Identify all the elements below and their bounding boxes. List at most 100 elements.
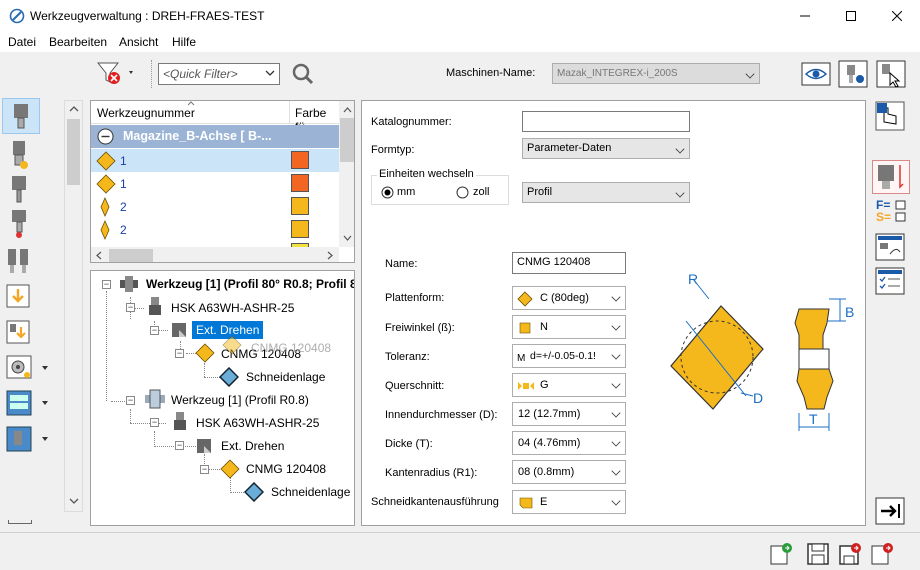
table-row[interactable]: 1 xyxy=(91,172,339,195)
plattenform-label: Plattenform: xyxy=(385,292,445,304)
collapse-toggle[interactable]: − xyxy=(126,303,135,312)
unit-mm-label: mm xyxy=(397,186,416,198)
innendurchmesser-select[interactable]: 12 (12.7mm) xyxy=(512,402,626,426)
machine-name-select[interactable]: Mazak_INTEGREX-i_200S xyxy=(552,63,760,84)
scroll-down-icon xyxy=(343,235,352,241)
collapse-toggle[interactable]: − xyxy=(175,349,184,358)
tool-info-button[interactable] xyxy=(838,59,868,89)
pointer-button[interactable] xyxy=(874,100,908,132)
exit-button[interactable] xyxy=(870,542,894,566)
left-scrollbar-thumb[interactable] xyxy=(67,119,80,185)
tree-tool-2[interactable]: Werkzeug [1] (Profil R0.8) xyxy=(171,393,309,407)
tool-type-drill[interactable] xyxy=(2,173,40,207)
table-group-row[interactable]: Magazine_B-Achse [ B-... xyxy=(91,125,339,148)
table-row[interactable]: 2 xyxy=(91,218,339,241)
name-input[interactable]: CNMG 120408 xyxy=(512,252,626,274)
save-button[interactable] xyxy=(806,542,830,566)
profile-select[interactable]: Profil xyxy=(522,182,690,203)
left-toolbar-grip xyxy=(8,520,32,524)
tree-operation-2[interactable]: Ext. Drehen xyxy=(221,439,284,453)
table-hscroll-thumb[interactable] xyxy=(109,249,153,262)
catalog-input[interactable] xyxy=(522,111,690,132)
diamond-insert-icon xyxy=(96,151,116,171)
tool-type-import[interactable] xyxy=(2,281,40,315)
radio-mm[interactable] xyxy=(381,186,394,199)
tree-edge-1[interactable]: Schneidenlage xyxy=(246,370,325,384)
menu-bearbeiten[interactable]: Bearbeiten xyxy=(49,35,107,49)
tool-type-import2[interactable] xyxy=(2,317,40,351)
tool-history-button[interactable] xyxy=(874,232,908,262)
table-row[interactable]: 1 xyxy=(91,149,339,172)
table-row[interactable]: 2 xyxy=(91,195,339,218)
collapse-toggle[interactable]: − xyxy=(200,465,209,474)
left-scrollbar[interactable] xyxy=(64,100,83,512)
thin-insert-icon xyxy=(100,197,110,217)
querschnitt-select[interactable]: G xyxy=(512,373,626,397)
filter-button[interactable] xyxy=(96,60,136,88)
menu-ansicht[interactable]: Ansicht xyxy=(119,35,158,49)
drag-ghost-label: CNMG 120408 xyxy=(251,341,332,355)
minimize-button[interactable] xyxy=(782,0,828,32)
search-button[interactable] xyxy=(287,60,319,88)
diamond-insert-icon xyxy=(96,174,116,194)
tool-settings-dropdown[interactable] xyxy=(2,352,50,386)
collapse-icon xyxy=(97,128,114,145)
holder-icon xyxy=(174,412,186,430)
collapse-toggle[interactable]: − xyxy=(102,280,111,289)
save-as-button[interactable] xyxy=(838,542,862,566)
tree-insert-2[interactable]: CNMG 120408 xyxy=(246,462,326,476)
feed-speed-button[interactable]: F= S= xyxy=(874,197,908,227)
dicke-select[interactable]: 04 (4.76mm) xyxy=(512,431,626,455)
tree-holder-2[interactable]: HSK A63WH-ASHR-25 xyxy=(196,416,319,430)
table-hscrollbar[interactable] xyxy=(91,247,339,262)
row-color-swatch xyxy=(291,151,309,169)
search-icon xyxy=(292,63,314,85)
detail-panel: Katalognummer: Formtyp: Parameter-Daten … xyxy=(361,100,866,526)
checklist-button[interactable] xyxy=(874,266,908,296)
export-button[interactable] xyxy=(875,497,905,525)
holder-icon xyxy=(149,297,161,315)
tool-history-icon xyxy=(875,233,905,261)
tree-edge-2[interactable]: Schneidenlage xyxy=(271,485,350,499)
quick-filter-input[interactable]: <Quick Filter> xyxy=(158,63,280,85)
collapse-toggle[interactable]: − xyxy=(126,396,135,405)
operation-icon xyxy=(172,323,186,337)
col-tool-number[interactable]: Werkzeugnummer xyxy=(97,106,195,120)
table-header: Werkzeugnummer Farbe fü xyxy=(91,101,339,134)
view-machine-button[interactable] xyxy=(801,59,831,89)
collapse-toggle[interactable]: − xyxy=(150,418,159,427)
maximize-button[interactable] xyxy=(828,0,874,32)
formtype-select[interactable]: Parameter-Daten xyxy=(522,138,690,159)
collapse-toggle[interactable]: − xyxy=(150,326,159,335)
tool-geometry-button[interactable] xyxy=(872,160,910,194)
new-file-button[interactable] xyxy=(769,542,793,566)
close-button[interactable] xyxy=(874,0,920,32)
schneidkante-select[interactable]: E xyxy=(512,490,626,514)
tool-type-tap[interactable] xyxy=(2,207,40,241)
tool-list-dropdown[interactable] xyxy=(2,387,50,421)
tool-type-turning[interactable] xyxy=(2,98,40,134)
tool-edit-dropdown[interactable] xyxy=(2,423,50,457)
tool-geometry-icon xyxy=(878,165,904,189)
tree-holder-1[interactable]: HSK A63WH-ASHR-25 xyxy=(171,301,294,315)
collapse-toggle[interactable]: − xyxy=(175,441,184,450)
freiwinkel-select[interactable]: N xyxy=(512,315,626,339)
table-vscroll-thumb[interactable] xyxy=(340,118,354,162)
radio-zoll[interactable] xyxy=(456,186,469,199)
kantenradius-select[interactable]: 08 (0.8mm) xyxy=(512,460,626,484)
toleranz-select[interactable]: M d=+/-0.05-0.1! xyxy=(512,344,626,368)
tool-type-multi[interactable] xyxy=(2,244,40,278)
tool-table: Werkzeugnummer Farbe fü Magazine_B-Achse… xyxy=(90,100,355,263)
tree-tool-1[interactable]: Werkzeug [1] (Profil 80° R0.8; Profil 8 xyxy=(146,277,354,291)
scroll-down-icon xyxy=(69,498,79,504)
table-vscrollbar[interactable] xyxy=(339,101,354,247)
menu-hilfe[interactable]: Hilfe xyxy=(172,35,196,49)
menu-datei[interactable]: Datei xyxy=(8,35,36,49)
filter-clear-icon xyxy=(96,62,133,84)
plattenform-select[interactable]: C (80deg) xyxy=(512,286,626,310)
freiwinkel-label: Freiwinkel (ß): xyxy=(385,322,455,334)
unit-zoll-label: zoll xyxy=(473,186,490,198)
tool-type-boring[interactable] xyxy=(2,138,40,172)
insert-icon xyxy=(195,343,215,363)
tool-select-button[interactable] xyxy=(876,59,906,89)
